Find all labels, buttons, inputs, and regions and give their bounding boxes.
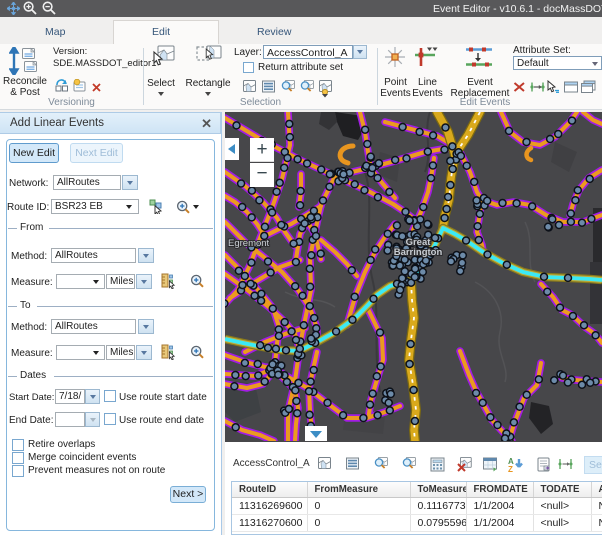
svg-text:Egremont: Egremont [228,238,270,249]
svg-text:Barrington: Barrington [394,247,443,258]
svg-text:Z: Z [508,465,513,473]
